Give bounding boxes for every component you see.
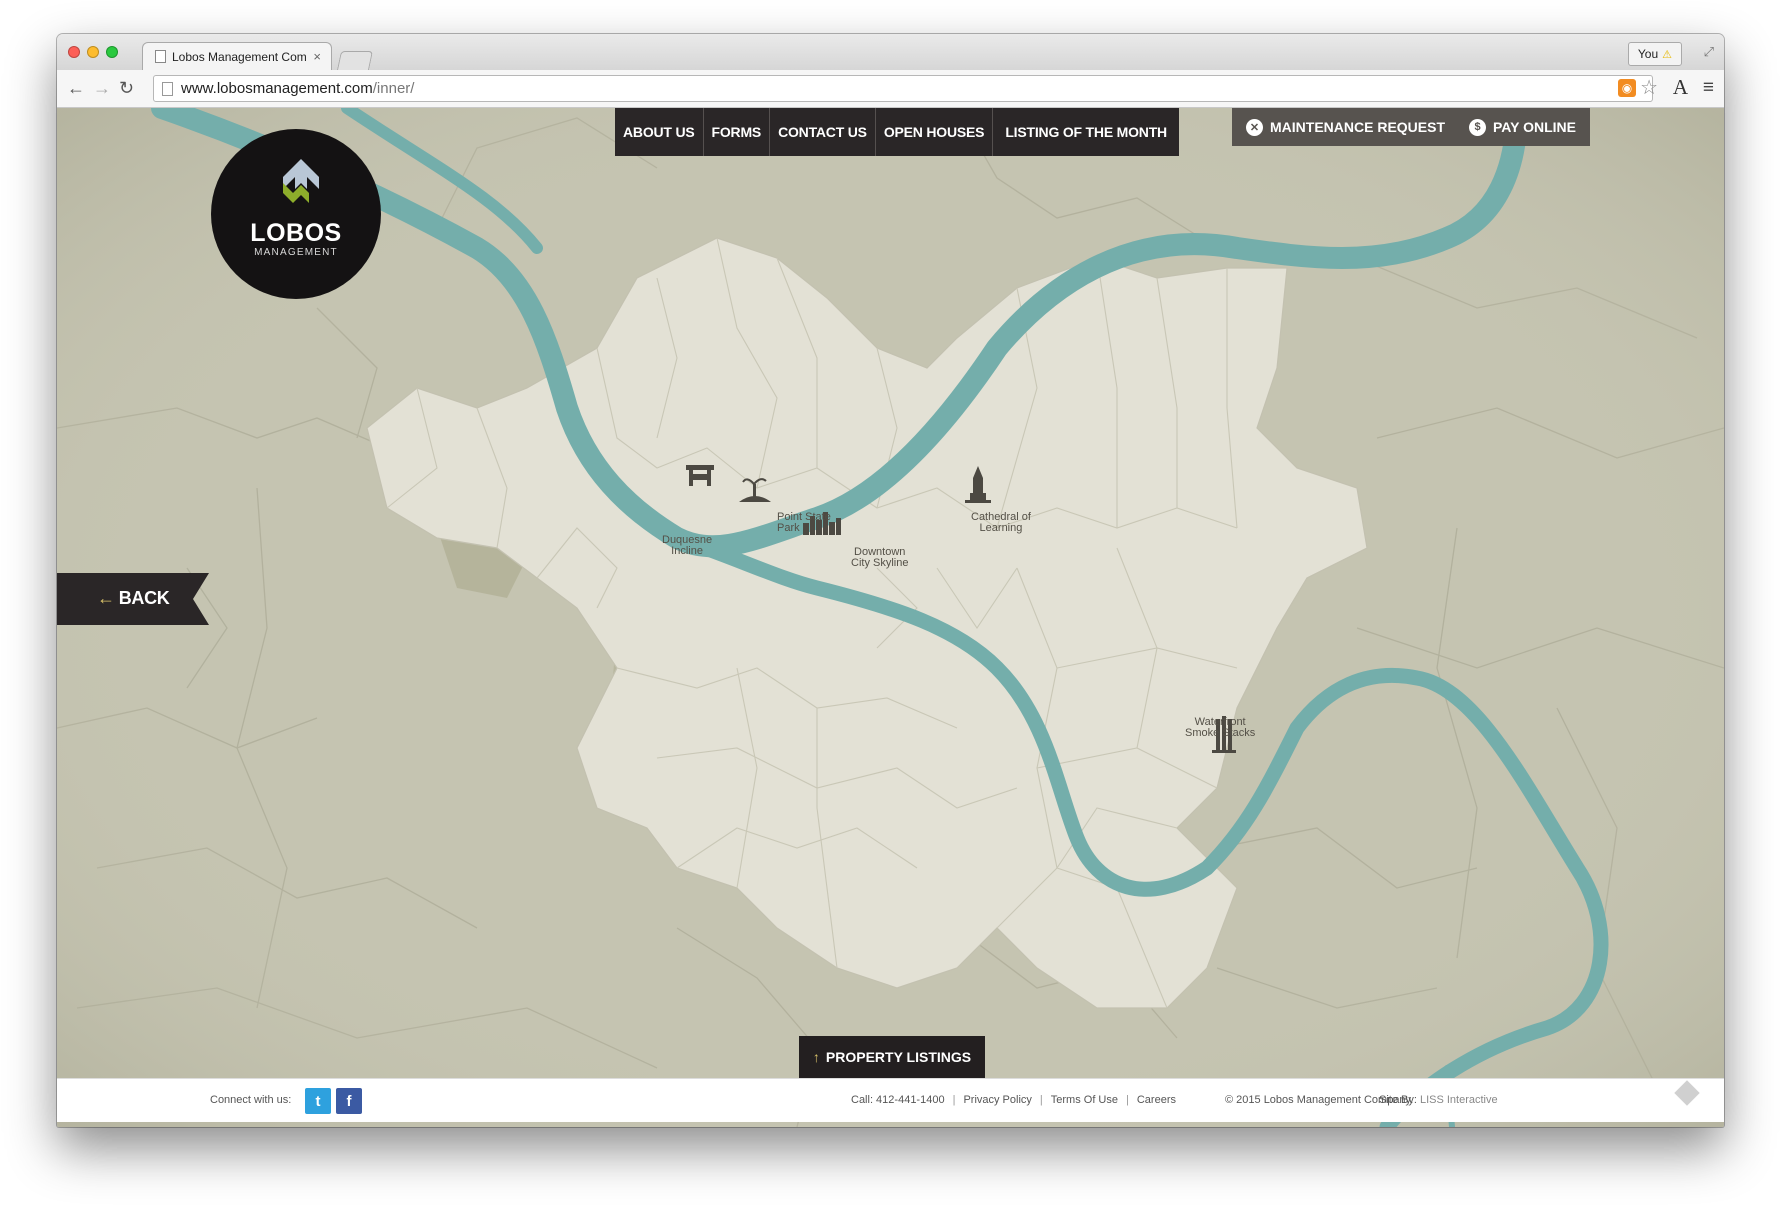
poi-cathedral-of-learning[interactable]: Cathedral of Learning [971, 512, 1031, 534]
poi-label: City Skyline [851, 557, 909, 569]
separator: | [1039, 1094, 1043, 1106]
poi-duquesne-incline[interactable]: Duquesne Incline [662, 535, 712, 557]
footer: Connect with us: t f Call: 412-441-1400 |… [57, 1078, 1724, 1122]
nav-listing-of-the-month[interactable]: LISTING OF THE MONTH [993, 108, 1179, 156]
site-by: Site By: LISS Interactive [1379, 1094, 1498, 1106]
maintenance-request-button[interactable]: ✕ MAINTENANCE REQUEST [1232, 108, 1460, 146]
poi-waterfront-smoke-stacks[interactable]: Waterfront Smoke Stacks [1185, 717, 1255, 739]
arrow-left-icon: ← [97, 588, 115, 608]
new-tab-button[interactable] [336, 51, 374, 70]
poi-label: Incline [671, 545, 703, 557]
tab-close-icon[interactable]: × [313, 49, 321, 64]
separator: | [1126, 1094, 1129, 1106]
profile-button[interactable]: You ⚠ [1627, 42, 1682, 66]
address-bar[interactable]: www.lobosmanagement.com/inner/ [153, 75, 1653, 102]
page-content: ABOUT US FORMS CONTACT US OPEN HOUSES LI… [57, 108, 1724, 1127]
arrow-up-icon: ↑ [812, 1049, 820, 1065]
poi-point-state-park[interactable]: Point State Park [777, 512, 831, 534]
back-button[interactable]: ← BACK [57, 573, 209, 625]
poi-label: Park [777, 522, 800, 534]
window-controls [68, 46, 118, 58]
site-by-link[interactable]: LISS Interactive [1420, 1094, 1498, 1106]
liss-logo-icon[interactable] [1674, 1080, 1700, 1106]
footer-links: Call: 412-441-1400 | Privacy Policy | Terms … [851, 1094, 1176, 1106]
back-label: ← BACK [97, 588, 170, 609]
dollar-icon: $ [1469, 118, 1486, 136]
pay-online-button[interactable]: $ PAY ONLINE [1455, 108, 1590, 146]
back-text: BACK [118, 588, 170, 608]
minimize-window-button[interactable] [87, 46, 99, 58]
browser-toolbar: ← → ↻ www.lobosmanagement.com/inner/ ◉ ☆… [57, 70, 1724, 108]
url-path: /inner/ [372, 80, 415, 97]
star-icon[interactable]: ☆ [1640, 75, 1658, 100]
nav-open-houses[interactable]: OPEN HOUSES [876, 108, 994, 156]
property-listings-button[interactable]: ↑ PROPERTY LISTINGS [799, 1036, 985, 1078]
nav-contact-us[interactable]: CONTACT US [770, 108, 876, 156]
nav-forms[interactable]: FORMS [704, 108, 771, 156]
separator: | [952, 1094, 956, 1106]
poi-downtown-skyline[interactable]: Downtown City Skyline [851, 547, 908, 569]
back-nav-icon[interactable]: ← [67, 78, 85, 98]
tab-title: Lobos Management Comp [172, 49, 308, 64]
terms-of-use-link[interactable]: Terms Of Use [1051, 1094, 1118, 1106]
property-listings-label: PROPERTY LISTINGS [825, 1049, 972, 1065]
company-logo[interactable]: LOBOS MANAGEMENT [211, 129, 381, 299]
fullscreen-icon[interactable]: ⤢ [1704, 44, 1714, 60]
careers-link[interactable]: Careers [1137, 1094, 1176, 1106]
pay-label: PAY ONLINE [1493, 119, 1576, 135]
rss-icon[interactable]: ◉ [1618, 79, 1636, 97]
connect-label: Connect with us: [210, 1094, 292, 1106]
browser-window: Lobos Management Comp × You ⚠ ⤢ ← → ↻ www… [57, 34, 1724, 1127]
font-icon[interactable]: A [1673, 75, 1688, 100]
zoom-window-button[interactable] [106, 46, 118, 58]
privacy-policy-link[interactable]: Privacy Policy [963, 1094, 1031, 1106]
wrench-icon: ✕ [1246, 118, 1263, 136]
url-domain: www.lobosmanagement.com [181, 80, 373, 97]
warning-icon: ⚠ [1662, 48, 1672, 61]
poi-label: Learning [979, 522, 1023, 534]
reload-icon[interactable]: ↻ [119, 78, 134, 98]
poi-label: Smoke Stacks [1185, 727, 1256, 739]
close-window-button[interactable] [68, 46, 80, 58]
call-link[interactable]: Call: 412-441-1400 [851, 1094, 945, 1106]
logo-subtitle: MANAGEMENT [254, 247, 338, 258]
page-icon [162, 81, 173, 96]
site-by-label: Site By: [1379, 1094, 1417, 1106]
page-icon [155, 50, 166, 63]
title-bar: Lobos Management Comp × You ⚠ ⤢ [57, 34, 1724, 70]
maintenance-label: MAINTENANCE REQUEST [1270, 119, 1446, 135]
profile-label: You [1637, 47, 1659, 61]
nav-about-us[interactable]: ABOUT US [615, 108, 704, 156]
facebook-icon[interactable]: f [336, 1088, 362, 1114]
logo-mark-icon [283, 159, 319, 203]
browser-tab[interactable]: Lobos Management Comp × [142, 42, 332, 70]
twitter-icon[interactable]: t [305, 1088, 331, 1114]
logo-name: LOBOS [250, 219, 342, 247]
forward-nav-icon[interactable]: → [93, 78, 111, 98]
main-nav: ABOUT US FORMS CONTACT US OPEN HOUSES LI… [615, 108, 1179, 156]
hamburger-icon[interactable]: ≡ [1703, 77, 1714, 99]
